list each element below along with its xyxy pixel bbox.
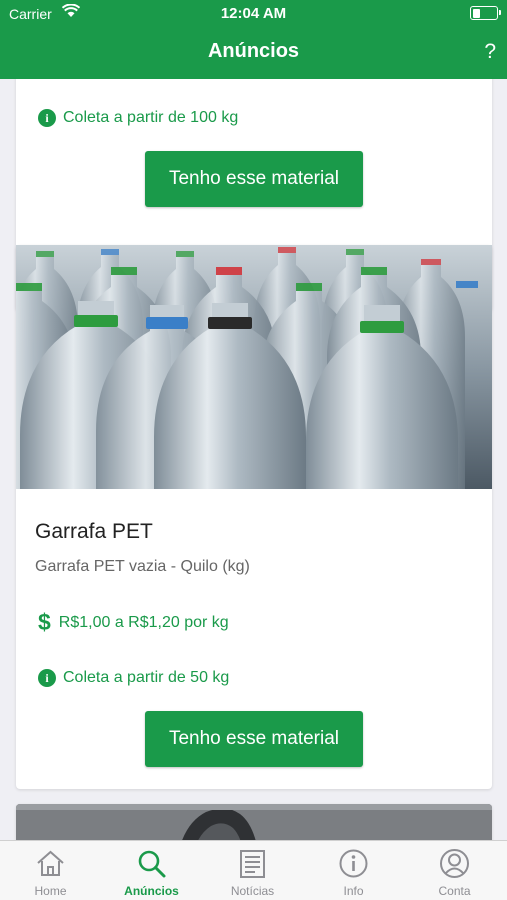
price-text: R$1,00 a R$1,20 por kg xyxy=(58,613,229,631)
listing-subtitle: Garrafa PET vazia - Quilo (kg) xyxy=(35,558,250,575)
tab-label: Notícias xyxy=(230,884,275,898)
account-icon xyxy=(440,849,469,878)
collection-text: Coleta a partir de 100 kg xyxy=(63,109,239,126)
tab-conta[interactable]: Conta xyxy=(404,841,505,900)
home-icon xyxy=(37,850,64,876)
listing-photo xyxy=(16,245,492,489)
tab-info[interactable]: Info xyxy=(303,841,404,900)
collection-info: i Coleta a partir de 100 kg xyxy=(38,109,238,127)
tab-label: Home xyxy=(34,884,67,898)
status-bar: Carrier 12:04 AM xyxy=(0,0,507,28)
info-icon xyxy=(339,849,368,878)
news-icon xyxy=(240,850,265,878)
listing-card: Garrafa PET Garrafa PET vazia - Quilo (k… xyxy=(16,245,492,789)
listing-title: Garrafa PET xyxy=(35,520,153,543)
tab-label: Anúncios xyxy=(124,884,179,898)
status-time: 12:04 AM xyxy=(220,5,287,22)
battery-level xyxy=(472,8,481,18)
have-material-button[interactable]: Tenho esse material xyxy=(145,711,363,767)
top-bar: Carrier 12:04 AM Anúncios ? xyxy=(0,0,507,79)
tab-label: Conta xyxy=(438,884,471,898)
dollar-icon: $ xyxy=(38,609,51,635)
help-button[interactable]: ? xyxy=(484,40,496,64)
have-material-button[interactable]: Tenho esse material xyxy=(145,151,363,207)
battery-icon xyxy=(470,6,501,20)
tab-home[interactable]: Home xyxy=(0,841,101,900)
page-title: Anúncios xyxy=(207,40,300,62)
info-circle-icon: i xyxy=(38,669,56,687)
tab-bar: Home Anúncios Notícias Info Conta xyxy=(0,840,507,900)
tab-anuncios[interactable]: Anúncios xyxy=(101,841,202,900)
listing-card xyxy=(16,804,492,840)
listings-scroll[interactable]: i Coleta a partir de 100 kg Tenho esse m… xyxy=(0,79,507,840)
info-circle-icon: i xyxy=(38,109,56,127)
pet-bottles-photo xyxy=(16,245,492,489)
collection-text: Coleta a partir de 50 kg xyxy=(63,669,230,686)
scrap-metal-photo xyxy=(16,804,492,840)
listing-price: $ R$1,00 a R$1,20 por kg xyxy=(38,611,229,634)
tab-noticias[interactable]: Notícias xyxy=(202,841,303,900)
listing-photo xyxy=(16,804,492,840)
collection-info: i Coleta a partir de 50 kg xyxy=(38,669,229,687)
search-icon xyxy=(138,850,166,878)
tab-label: Info xyxy=(343,884,364,898)
